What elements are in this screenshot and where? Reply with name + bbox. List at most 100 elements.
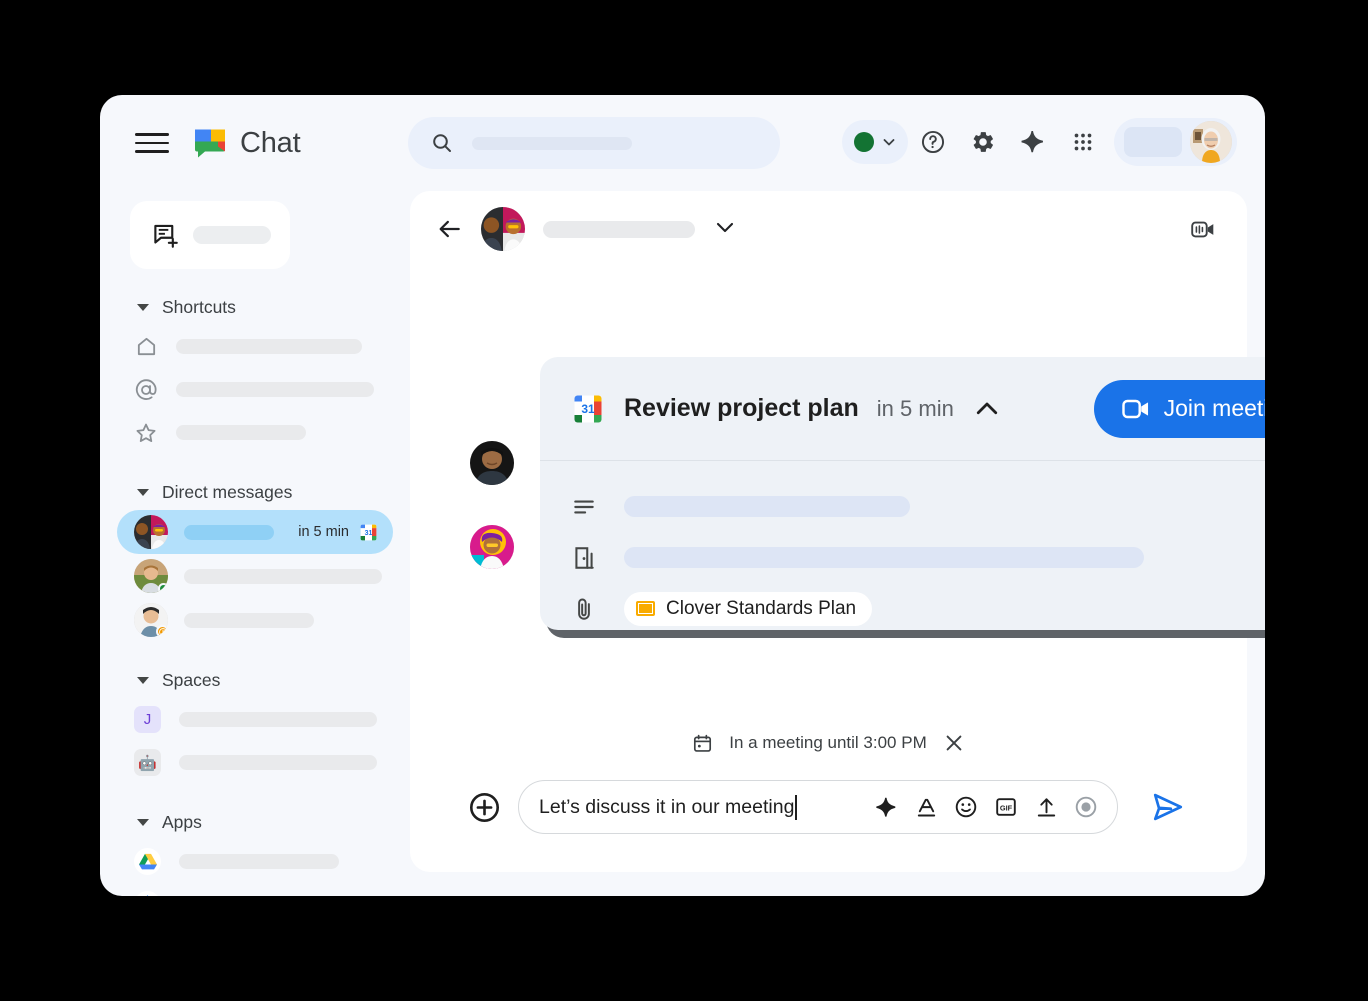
caret-down-icon xyxy=(137,819,149,826)
description-icon xyxy=(570,493,598,521)
sidebar-item-dm[interactable] xyxy=(117,598,393,642)
avatar xyxy=(1190,121,1232,163)
emoji-icon[interactable] xyxy=(953,794,979,820)
message-input-value: Let’s discuss it in our meeting xyxy=(539,796,794,819)
sidebar-item-label xyxy=(179,755,377,770)
meeting-start-time: in 5 min xyxy=(877,396,954,422)
avatar xyxy=(134,603,168,637)
sidebar-section-direct-messages: Direct messages xyxy=(100,474,410,642)
send-icon xyxy=(1151,790,1185,824)
presence-status-bar: In a meeting until 3:00 PM xyxy=(410,732,1247,754)
meeting-attachment-row: Clover Standards Plan xyxy=(570,583,1265,634)
meeting-title: Review project plan xyxy=(624,394,859,423)
back-arrow-icon[interactable] xyxy=(437,216,463,242)
message-input[interactable]: Let’s discuss it in our meeting xyxy=(518,780,1118,834)
sidebar-item-space[interactable]: J xyxy=(100,698,410,741)
sidebar-item-label xyxy=(176,425,306,440)
app-title: Chat xyxy=(240,127,300,160)
add-circle-icon xyxy=(468,791,501,824)
meeting-room-row xyxy=(570,532,1265,583)
sparkle-icon[interactable] xyxy=(873,794,899,820)
video-camera-icon xyxy=(1122,398,1150,420)
help-button[interactable] xyxy=(908,117,958,167)
google-apps-button[interactable] xyxy=(1058,117,1108,167)
join-meeting-label: Join meeting xyxy=(1164,395,1265,422)
gif-icon[interactable]: GIF xyxy=(993,794,1019,820)
sidebar-item-app-jira[interactable] xyxy=(100,883,410,896)
search-placeholder xyxy=(472,137,632,150)
gemini-button[interactable] xyxy=(1008,117,1058,167)
chevron-down-icon[interactable] xyxy=(713,215,737,244)
avatar-group[interactable] xyxy=(481,207,525,251)
star-icon xyxy=(134,421,158,445)
dismiss-status-button[interactable] xyxy=(943,732,965,754)
robot-emoji: 🤖 xyxy=(134,749,161,776)
sidebar-item-home[interactable] xyxy=(100,325,410,368)
settings-button[interactable] xyxy=(958,117,1008,167)
avatar-group xyxy=(134,515,168,549)
sidebar-item-space[interactable]: 🤖 xyxy=(100,741,410,784)
conversation-header xyxy=(410,191,1247,267)
section-header-direct-messages[interactable]: Direct messages xyxy=(100,474,410,510)
caret-down-icon xyxy=(137,304,149,311)
section-header-shortcuts[interactable]: Shortcuts xyxy=(100,289,410,325)
meeting-card-header: 31 Review project plan in 5 min Join mee… xyxy=(540,357,1265,461)
search-input[interactable] xyxy=(408,117,780,169)
section-header-spaces[interactable]: Spaces xyxy=(100,662,410,698)
section-title: Shortcuts xyxy=(162,297,236,318)
start-video-call-button[interactable] xyxy=(1179,205,1227,253)
presence-available-badge xyxy=(158,583,168,593)
send-button[interactable] xyxy=(1148,787,1188,827)
chevron-up-icon xyxy=(972,394,1002,424)
composer-icon-group: GIF xyxy=(873,794,1099,820)
add-attachment-button[interactable] xyxy=(466,789,502,825)
sidebar-item-mentions[interactable] xyxy=(100,368,410,411)
dm-meta: in 5 min 31 xyxy=(298,522,393,543)
upload-icon[interactable] xyxy=(1033,794,1059,820)
google-drive-icon xyxy=(134,848,161,875)
section-header-apps[interactable]: Apps xyxy=(100,804,410,840)
home-icon xyxy=(134,335,158,359)
sidebar-item-app-drive[interactable] xyxy=(100,840,410,883)
format-text-icon[interactable] xyxy=(913,794,939,820)
video-camera-icon xyxy=(1191,220,1215,239)
join-meeting-button[interactable]: Join meeting xyxy=(1094,380,1265,438)
caret-down-icon xyxy=(137,489,149,496)
attachment-chip[interactable]: Clover Standards Plan xyxy=(624,592,872,626)
gear-icon xyxy=(970,129,996,155)
avatar xyxy=(134,559,168,593)
sidebar-item-dm[interactable] xyxy=(117,554,393,598)
text-cursor xyxy=(795,795,797,820)
avatar-woman xyxy=(470,525,514,569)
status-selector[interactable] xyxy=(842,120,908,164)
sidebar-item-starred[interactable] xyxy=(100,411,410,454)
new-chat-button[interactable] xyxy=(130,201,290,269)
top-icon-group xyxy=(842,117,1237,167)
brand: Chat xyxy=(193,126,300,160)
sidebar-item-label xyxy=(179,854,339,869)
sidebar-item-label xyxy=(184,525,274,540)
sidebar-item-dm-active[interactable]: in 5 min 31 xyxy=(117,510,393,554)
app-window: Chat xyxy=(100,95,1265,896)
meeting-card-body: Clover Standards Plan xyxy=(540,461,1265,634)
dm-time: in 5 min xyxy=(298,524,349,540)
sidebar-section-shortcuts: Shortcuts xyxy=(100,289,410,454)
sidebar-item-label xyxy=(176,382,374,397)
apps-grid-icon xyxy=(1071,130,1095,154)
mention-icon xyxy=(134,378,158,402)
new-chat-icon xyxy=(152,222,179,249)
record-icon[interactable] xyxy=(1073,794,1099,820)
status-dot xyxy=(854,132,874,152)
search-icon xyxy=(430,131,454,155)
sidebar-item-label xyxy=(179,712,377,727)
collapse-meeting-card-button[interactable] xyxy=(972,394,1002,424)
sidebar-item-label xyxy=(176,339,362,354)
account-button[interactable] xyxy=(1114,118,1237,166)
account-name-placeholder xyxy=(1124,127,1182,157)
hamburger-menu-icon[interactable] xyxy=(135,126,169,160)
google-chat-logo xyxy=(193,126,227,160)
jira-icon xyxy=(134,891,161,896)
section-title: Spaces xyxy=(162,670,220,691)
presence-away-badge xyxy=(156,625,168,637)
google-slides-icon xyxy=(636,601,655,616)
